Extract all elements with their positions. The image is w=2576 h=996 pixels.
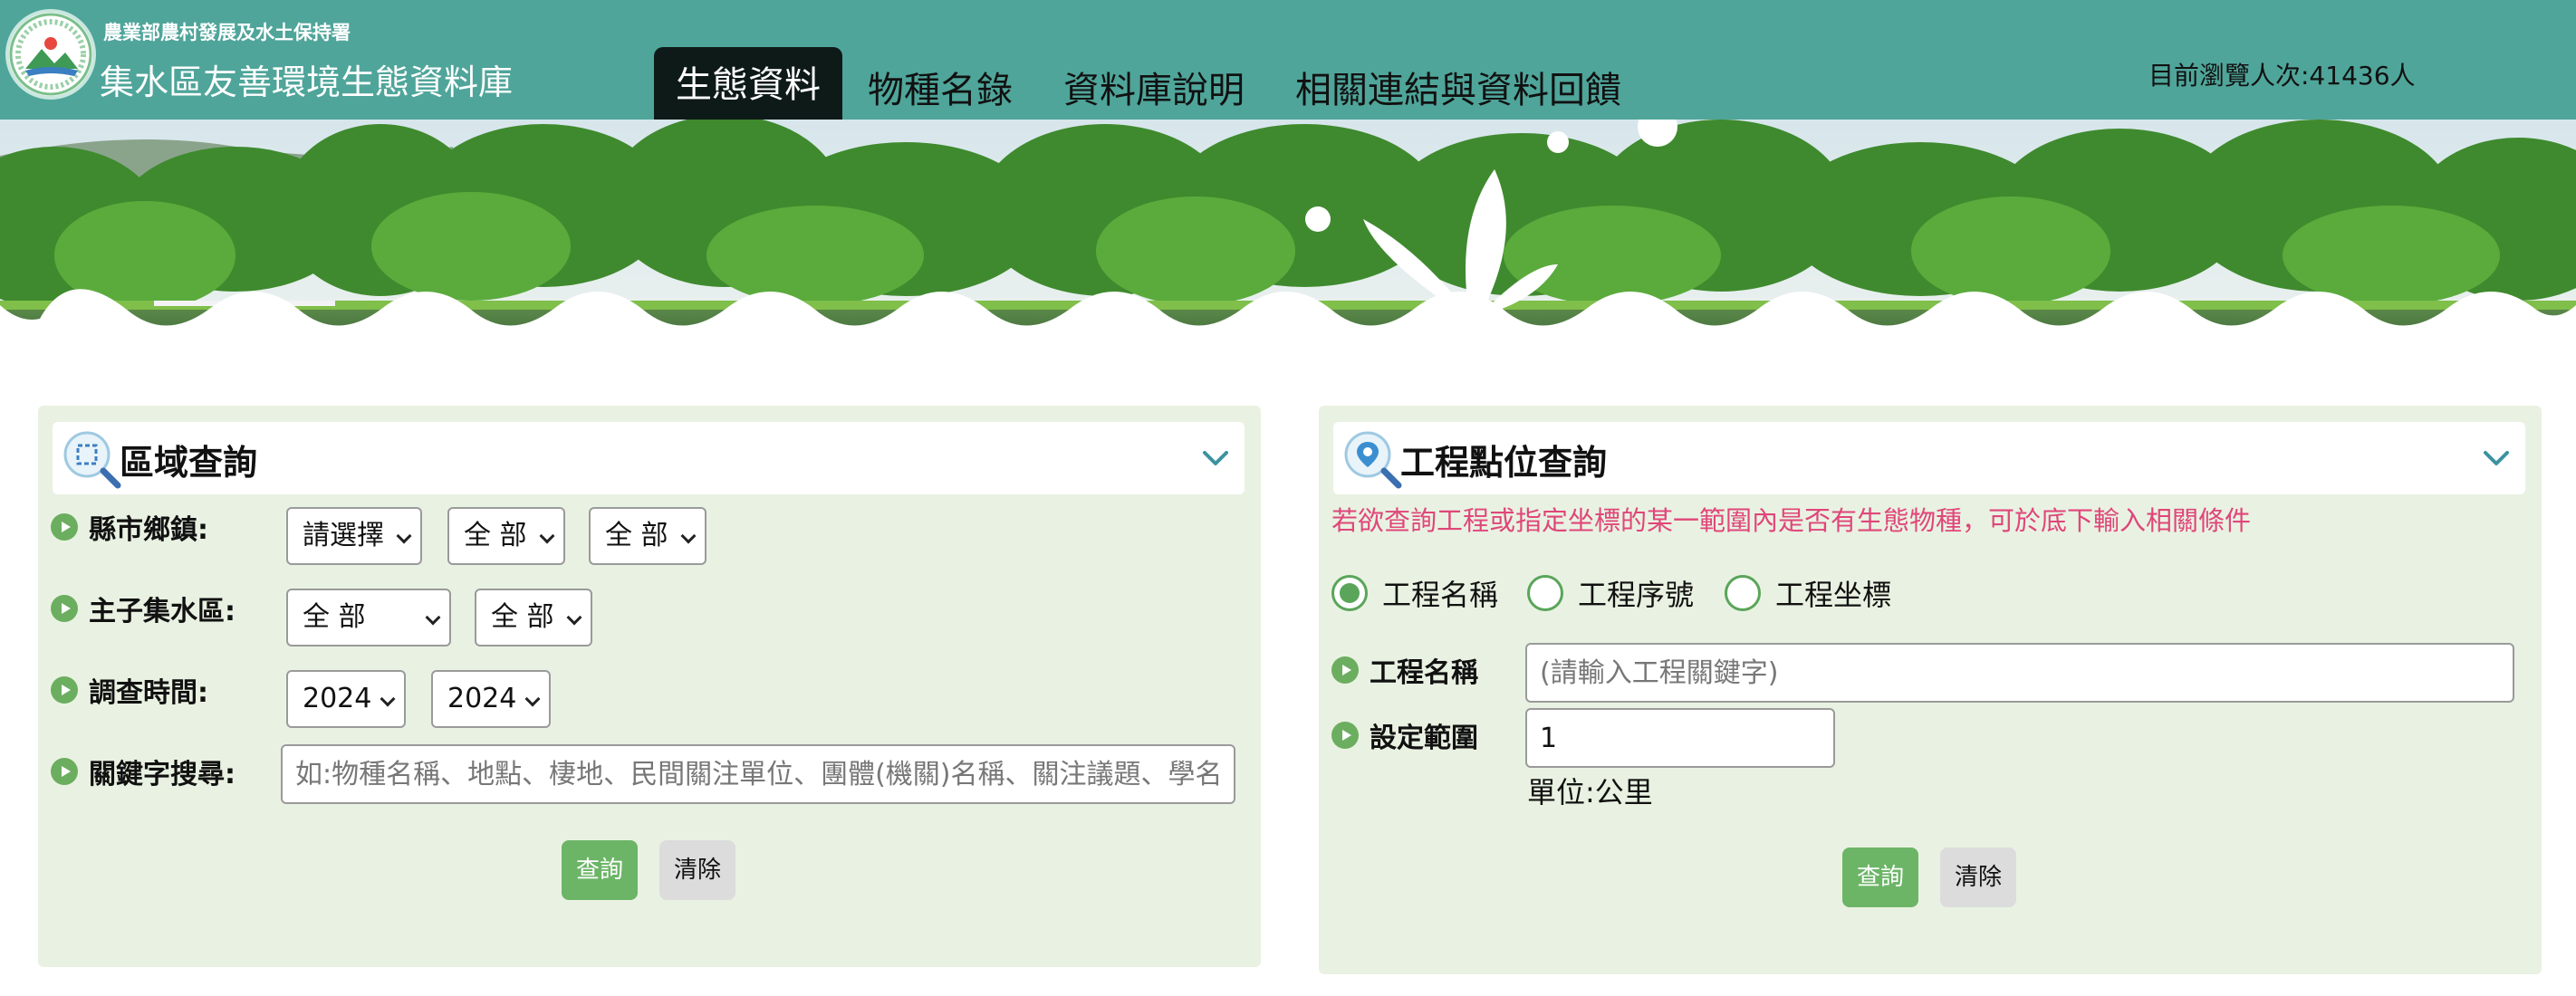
radio-project-serial-label: 工程序號: [1578, 578, 1695, 612]
play-bullet-icon: [51, 676, 78, 704]
nav-item-database-info[interactable]: 資料庫說明: [1038, 47, 1270, 120]
chevron-down-icon: [680, 528, 697, 544]
chevron-down-icon: [539, 528, 555, 544]
chevron-down-icon: [380, 691, 396, 707]
range-label: 設定範圍: [1370, 723, 1478, 754]
project-query-header[interactable]: 工程點位查詢: [1333, 422, 2525, 494]
watershed-label: 主子集水區:: [89, 596, 235, 627]
play-bullet-icon: [51, 513, 78, 541]
agency-name: 農業部農村發展及水土保持署: [103, 22, 351, 43]
watershed-row-label: 主子集水區:: [51, 589, 235, 628]
chevron-down-icon: [566, 609, 582, 626]
radio-unchecked-icon[interactable]: [1725, 575, 1761, 611]
project-query-button[interactable]: 查詢: [1842, 848, 1918, 907]
survey-time-row-label: 調查時間:: [51, 670, 208, 710]
project-name-row-label: 工程名稱: [1331, 650, 1478, 690]
year-to-select[interactable]: 2024: [431, 670, 551, 728]
region-query-title: 區域查詢: [120, 443, 258, 483]
radio-project-coordinates-label: 工程坐標: [1775, 578, 1892, 612]
site-title[interactable]: 集水區友善環境生態資料庫: [100, 54, 513, 104]
project-query-panel: 工程點位查詢 若欲查詢工程或指定坐標的某一範圍內是否有生態物種，可於底下輸入相關…: [1319, 406, 2542, 974]
nav-item-species-list[interactable]: 物種名錄: [842, 47, 1038, 120]
play-bullet-icon: [51, 758, 78, 785]
town-select[interactable]: 全 部: [447, 507, 565, 565]
county-row-label: 縣市鄉鎮:: [51, 507, 208, 547]
chevron-down-icon[interactable]: [2480, 442, 2513, 474]
main-watershed-select-value: 全 部: [303, 601, 366, 633]
range-input[interactable]: [1525, 708, 1835, 768]
hero-banner: [0, 120, 2576, 369]
radio-unchecked-icon[interactable]: [1527, 575, 1563, 611]
play-bullet-icon: [1331, 656, 1359, 684]
year-from-select[interactable]: 2024: [286, 670, 406, 728]
project-query-hint: 若欲查詢工程或指定坐標的某一範圍內是否有生態物種，可於底下輸入相關條件: [1331, 505, 2252, 536]
region-clear-button[interactable]: 清除: [659, 840, 735, 900]
play-bullet-icon: [51, 595, 78, 622]
chevron-down-icon[interactable]: [1199, 442, 1232, 474]
county-select[interactable]: 請選擇: [286, 507, 422, 565]
chevron-down-icon: [396, 528, 412, 544]
region-query-button[interactable]: 查詢: [562, 840, 638, 900]
project-name-input[interactable]: [1525, 643, 2514, 703]
location-search-icon: [1344, 431, 1402, 489]
radio-project-name-label: 工程名稱: [1382, 578, 1499, 612]
main-nav: 生態資料 物種名錄 資料庫說明 相關連結與資料回饋: [654, 47, 1647, 120]
year-to-value: 2024: [447, 683, 517, 714]
chevron-down-icon: [524, 691, 541, 707]
county-label: 縣市鄉鎮:: [89, 514, 208, 546]
project-clear-button[interactable]: 清除: [1940, 848, 2016, 907]
project-query-title: 工程點位查詢: [1400, 443, 1608, 483]
sub-watershed-select-value: 全 部: [491, 601, 554, 633]
project-name-label: 工程名稱: [1370, 657, 1478, 689]
county-select-value: 請選擇: [303, 520, 384, 551]
forest-lake-illustration: [0, 120, 2576, 369]
sub-watershed-select[interactable]: 全 部: [475, 589, 592, 646]
radio-project-serial[interactable]: 工程序號: [1527, 572, 1694, 614]
site-header: 農業部農村發展及水土保持署 集水區友善環境生態資料庫 生態資料 物種名錄 資料庫…: [0, 0, 2576, 120]
keyword-row-label: 關鍵字搜尋:: [51, 752, 235, 791]
visitor-counter: 目前瀏覽人次:41436人: [2148, 61, 2416, 91]
region-query-header[interactable]: 區域查詢: [53, 422, 1245, 494]
nav-item-ecology-data[interactable]: 生態資料: [654, 47, 842, 120]
radio-checked-icon[interactable]: [1331, 575, 1368, 611]
nav-item-links-feedback[interactable]: 相關連結與資料回饋: [1270, 47, 1647, 120]
region-query-panel: 區域查詢 縣市鄉鎮: 請選擇 全 部 全 部 主子集水區: 全 部 全 部 調查…: [38, 406, 1261, 967]
town-select-value: 全 部: [464, 520, 527, 551]
agency-logo[interactable]: [5, 9, 96, 100]
radio-project-coordinates[interactable]: 工程坐標: [1725, 572, 1891, 614]
range-row-label: 設定範圍: [1331, 715, 1478, 755]
village-select-value: 全 部: [605, 520, 668, 551]
play-bullet-icon: [1331, 722, 1359, 749]
year-from-value: 2024: [303, 683, 372, 714]
keyword-label: 關鍵字搜尋:: [89, 759, 235, 790]
range-unit-text: 單位:公里: [1527, 775, 1653, 809]
survey-time-label: 調查時間:: [89, 677, 208, 709]
main-watershed-select[interactable]: 全 部: [286, 589, 451, 646]
radio-project-name[interactable]: 工程名稱: [1331, 572, 1498, 614]
village-select[interactable]: 全 部: [589, 507, 706, 565]
area-search-icon: [63, 431, 121, 489]
keyword-search-input[interactable]: [281, 744, 1235, 804]
chevron-down-icon: [425, 609, 441, 626]
